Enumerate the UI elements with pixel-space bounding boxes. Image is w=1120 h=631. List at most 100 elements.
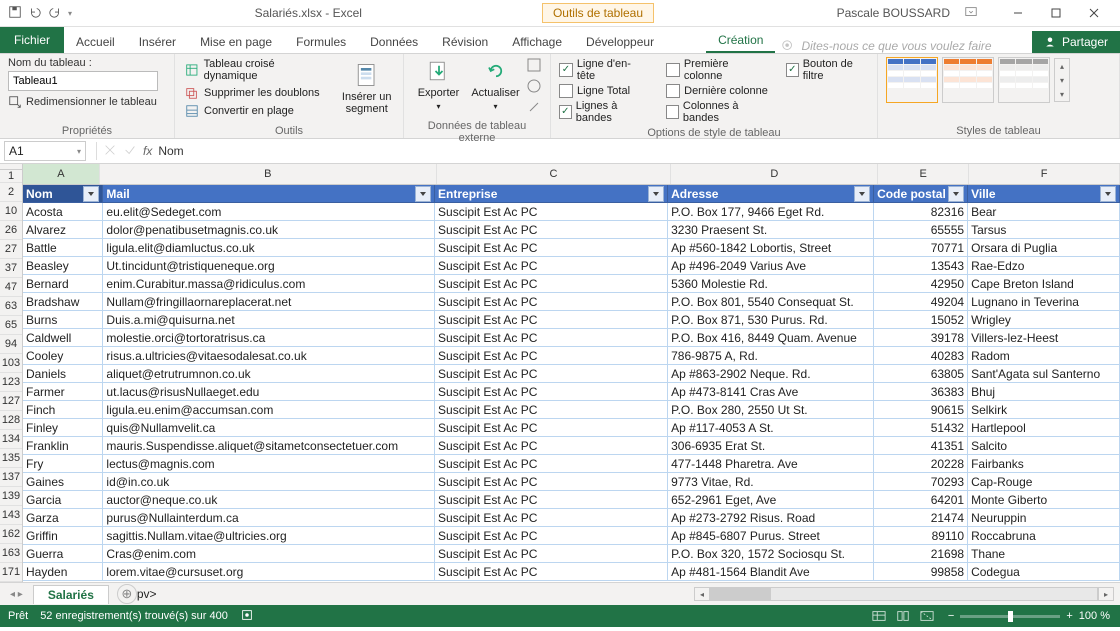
table-header-cell[interactable]: Ville (968, 185, 1120, 203)
table-cell[interactable]: Suscipit Est Ac PC (435, 239, 668, 257)
row-header[interactable]: 137 (0, 468, 22, 487)
table-cell[interactable]: Suscipit Est Ac PC (435, 365, 668, 383)
table-cell[interactable]: Selkirk (968, 401, 1120, 419)
refresh-button[interactable]: Actualiser▾ (469, 57, 522, 113)
table-cell[interactable]: Cras@enim.com (103, 545, 435, 563)
table-cell[interactable]: Suscipit Est Ac PC (435, 257, 668, 275)
tab-creation[interactable]: Création (706, 29, 775, 53)
table-cell[interactable]: 3230 Praesent St. (668, 221, 874, 239)
table-cell[interactable]: P.O. Box 416, 8449 Quam. Avenue (668, 329, 874, 347)
table-cell[interactable]: 15052 (874, 311, 968, 329)
table-cell[interactable]: Roccabruna (968, 527, 1120, 545)
row-header[interactable]: 37 (0, 259, 22, 278)
table-cell[interactable]: Finley (23, 419, 103, 437)
row-header[interactable]: 171 (0, 563, 22, 582)
table-styles-more-button[interactable]: ▴▾▾ (1054, 58, 1070, 102)
table-cell[interactable]: Suscipit Est Ac PC (435, 347, 668, 365)
col-header[interactable]: A (23, 164, 100, 184)
table-cell[interactable]: dolor@penatibusetmagnis.co.uk (103, 221, 435, 239)
table-cell[interactable]: Bear (968, 203, 1120, 221)
cancel-icon[interactable] (103, 143, 117, 160)
row-header[interactable]: 139 (0, 487, 22, 506)
table-cell[interactable]: Monte Giberto (968, 491, 1120, 509)
save-icon[interactable] (8, 5, 22, 22)
file-tab[interactable]: Fichier (0, 27, 64, 53)
col-header[interactable]: D (671, 164, 878, 184)
table-cell[interactable]: Cap-Rouge (968, 473, 1120, 491)
row-header[interactable]: 1 (0, 170, 22, 183)
table-cell[interactable]: quis@Nullamvelit.ca (103, 419, 435, 437)
table-cell[interactable]: 786-9875 A, Rd. (668, 347, 874, 365)
table-cell[interactable]: 36383 (874, 383, 968, 401)
filter-dropdown-icon[interactable] (648, 186, 664, 202)
tab-affichage[interactable]: Affichage (500, 31, 574, 53)
table-cell[interactable]: Hartlepool (968, 419, 1120, 437)
qat-dropdown-icon[interactable]: ▾ (68, 9, 72, 18)
maximize-button[interactable] (1038, 3, 1074, 23)
table-cell[interactable]: 42950 (874, 275, 968, 293)
table-cell[interactable]: Suscipit Est Ac PC (435, 455, 668, 473)
remove-duplicates-button[interactable]: Supprimer les doublons (183, 85, 330, 101)
table-cell[interactable]: Suscipit Est Ac PC (435, 509, 668, 527)
table-cell[interactable]: 477-1448 Pharetra. Ave (668, 455, 874, 473)
insert-slicer-button[interactable]: Insérer un segment (338, 57, 395, 119)
table-cell[interactable]: Gaines (23, 473, 103, 491)
table-cell[interactable]: molestie.orci@tortoratrisus.ca (103, 329, 435, 347)
table-cell[interactable]: 306-6935 Erat St. (668, 437, 874, 455)
table-cell[interactable]: Caldwell (23, 329, 103, 347)
table-cell[interactable]: 64201 (874, 491, 968, 509)
redo-icon[interactable] (48, 5, 62, 22)
table-cell[interactable]: Guerra (23, 545, 103, 563)
minimize-button[interactable] (1000, 3, 1036, 23)
table-cell[interactable]: Griffin (23, 527, 103, 545)
table-cell[interactable]: 9773 Vitae, Rd. (668, 473, 874, 491)
table-cell[interactable]: 49204 (874, 293, 968, 311)
share-button[interactable]: Partager (1032, 31, 1120, 53)
resize-table-button[interactable]: Redimensionner le tableau (8, 93, 166, 109)
table-cell[interactable]: P.O. Box 801, 5540 Consequat St. (668, 293, 874, 311)
checkbox-last-col[interactable]: Dernière colonne (666, 83, 768, 99)
table-cell[interactable]: Finch (23, 401, 103, 419)
table-cell[interactable]: Ap #496-2049 Varius Ave (668, 257, 874, 275)
row-header[interactable]: 135 (0, 449, 22, 468)
table-cell[interactable]: 82316 (874, 203, 968, 221)
enter-icon[interactable] (123, 143, 137, 160)
row-header[interactable]: 94 (0, 335, 22, 354)
table-cell[interactable]: Garza (23, 509, 103, 527)
row-header[interactable]: 134 (0, 430, 22, 449)
table-cell[interactable]: id@in.co.uk (103, 473, 435, 491)
table-cell[interactable]: 65555 (874, 221, 968, 239)
table-cell[interactable]: Suscipit Est Ac PC (435, 203, 668, 221)
table-cell[interactable]: Suscipit Est Ac PC (435, 221, 668, 239)
zoom-in-icon[interactable]: + (1066, 610, 1072, 622)
table-cell[interactable]: lorem.vitae@cursuset.org (103, 563, 435, 581)
col-header[interactable]: C (437, 164, 672, 184)
table-cell[interactable]: Garcia (23, 491, 103, 509)
table-style-2[interactable] (942, 57, 994, 103)
tab-developpeur[interactable]: Développeur (574, 31, 666, 53)
checkbox-first-col[interactable]: Première colonne (666, 57, 768, 83)
table-cell[interactable]: Ap #481-1564 Blandit Ave (668, 563, 874, 581)
table-style-3[interactable] (998, 57, 1050, 103)
filter-dropdown-icon[interactable] (854, 186, 870, 202)
col-header[interactable]: E (878, 164, 969, 184)
table-cell[interactable]: Ap #273-2792 Risus. Road (668, 509, 874, 527)
add-sheet-button[interactable]: ⊕ (117, 584, 137, 604)
checkbox-total-row[interactable]: Ligne Total (559, 83, 648, 99)
table-cell[interactable]: 13543 (874, 257, 968, 275)
table-cell[interactable]: 63805 (874, 365, 968, 383)
row-header[interactable]: 123 (0, 373, 22, 392)
row-header[interactable]: 162 (0, 525, 22, 544)
open-browser-icon[interactable] (526, 78, 542, 97)
undo-icon[interactable] (28, 5, 42, 22)
table-cell[interactable]: Suscipit Est Ac PC (435, 563, 668, 581)
tab-inserer[interactable]: Insérer (127, 31, 188, 53)
table-cell[interactable]: 39178 (874, 329, 968, 347)
table-cell[interactable]: Neuruppin (968, 509, 1120, 527)
sheet-tab-salaries[interactable]: Salariés (33, 585, 109, 604)
table-cell[interactable]: 21474 (874, 509, 968, 527)
table-cell[interactable]: Radom (968, 347, 1120, 365)
col-header[interactable]: F (969, 164, 1120, 184)
table-cell[interactable]: 99858 (874, 563, 968, 581)
table-cell[interactable]: 5360 Molestie Rd. (668, 275, 874, 293)
